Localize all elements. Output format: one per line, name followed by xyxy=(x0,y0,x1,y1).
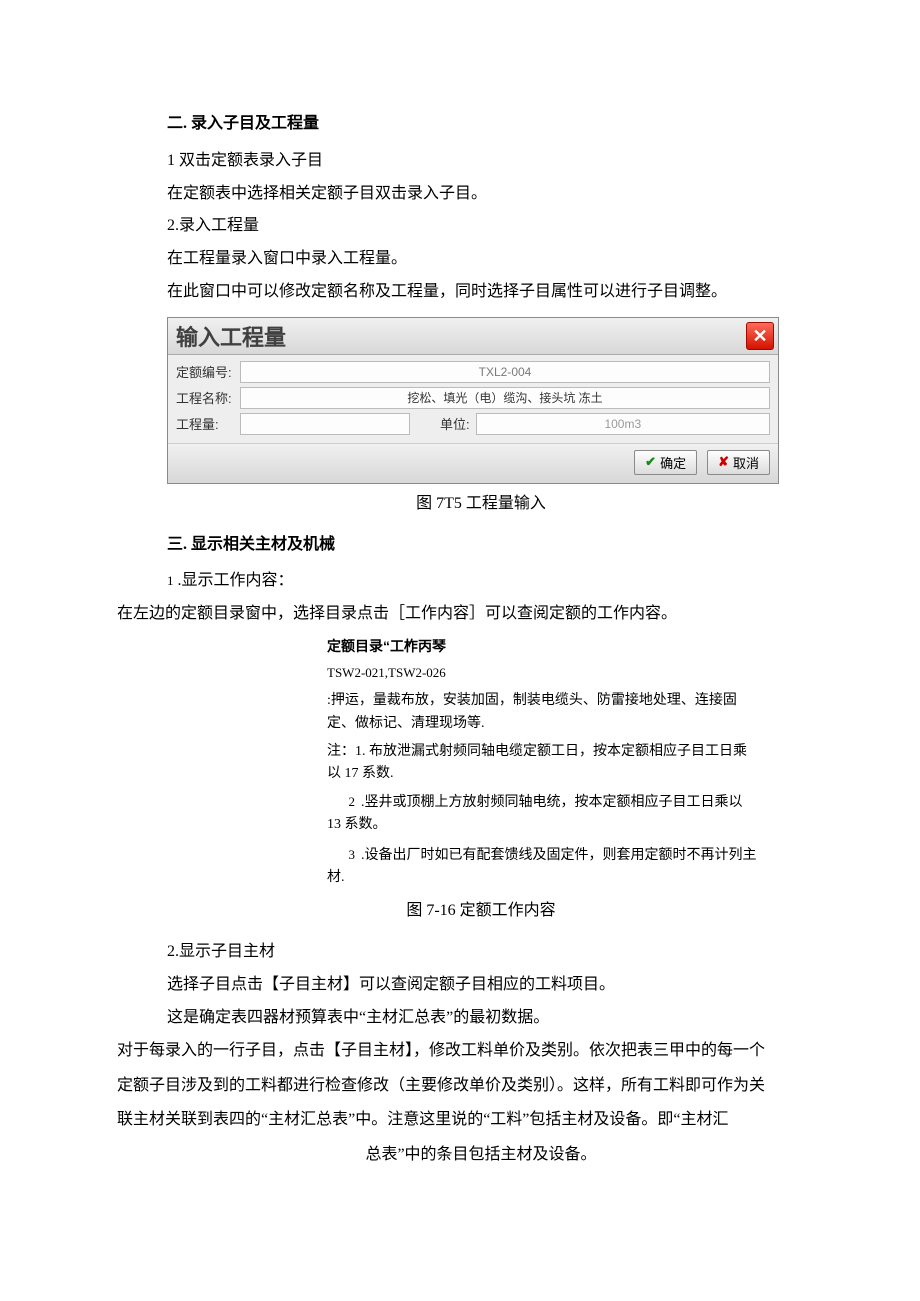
section-2-2-heading: 2.录入工程量 xyxy=(167,212,795,241)
label-project-name: 工程名称: xyxy=(176,388,240,407)
figure-7-16-caption: 图 7-16 定额工作内容 xyxy=(167,897,795,926)
note-3-text: .设备出厂时如已有配套馈线及固定件，则套用定额时不再计列主材. xyxy=(327,848,757,885)
check-icon: ✔ xyxy=(645,454,656,470)
section-3-1-num: 1 xyxy=(167,573,174,588)
section-2-2-body-1: 在工程量录入窗口中录入工程量。 xyxy=(167,245,795,274)
dialog-titlebar: 输入工程量 ✕ xyxy=(168,318,778,355)
cancel-button-label: 取消 xyxy=(733,453,759,472)
work-content-desc: :押运，量裁布放，安装加固，制装电缆头、防雷接地处理、连接固定、做标记、清理现场… xyxy=(327,690,757,735)
section-3-1-body: 在左边的定额目录窗中，选择目录点击［工作内容］可以查阅定额的工作内容。 xyxy=(117,600,795,629)
work-content-codes: TSW2-021,TSW2-026 xyxy=(327,663,757,684)
field-unit[interactable]: 100m3 xyxy=(476,413,770,435)
x-icon: ✘ xyxy=(718,454,729,470)
field-quota-code[interactable]: TXL2-004 xyxy=(240,361,770,383)
close-icon[interactable]: ✕ xyxy=(746,322,774,350)
note-2-text: .竖井或顶棚上方放射频同轴电统，按本定额相应子目工日乘以 13 系数。 xyxy=(327,795,743,832)
figure-7t5-caption: 图 7T5 工程量输入 xyxy=(167,490,795,519)
ok-button-label: 确定 xyxy=(660,453,686,472)
section-2-heading: 二. 录入子目及工程量 xyxy=(167,110,795,139)
section-2-1-body: 在定额表中选择相关定额子目双击录入子目。 xyxy=(167,180,795,209)
label-unit: 单位: xyxy=(440,414,470,433)
section-3-1-heading: 1 .显示工作内容： xyxy=(167,567,795,596)
work-content-block: 定额目录“工柞丙琴 TSW2-021,TSW2-026 :押运，量裁布放，安装加… xyxy=(327,635,757,889)
row-project-name: 工程名称: 挖松、填光（电）缆沟、接头坑 冻土 xyxy=(176,387,770,409)
work-content-notes: 2.竖井或顶棚上方放射频同轴电统，按本定额相应子目工日乘以 13 系数。 3.设… xyxy=(327,792,757,890)
dialog-footer: ✔ 确定 ✘ 取消 xyxy=(168,443,778,483)
note-3-num: 3 xyxy=(327,845,355,866)
section-3-2-heading: 2.显示子目主材 xyxy=(167,938,795,967)
section-3-2-para-center: 总表”中的条目包括主材及设备。 xyxy=(167,1140,795,1170)
field-quantity[interactable] xyxy=(240,413,410,435)
section-3-2-para-line3: 联主材关联到表四的“主材汇总表”中。注意这里说的“工料”包括主材及设备。即“主材… xyxy=(117,1105,795,1135)
dialog-title: 输入工程量 xyxy=(176,320,286,352)
label-quantity: 工程量: xyxy=(176,414,240,433)
ok-button[interactable]: ✔ 确定 xyxy=(634,450,697,475)
section-3-heading: 三. 显示相关主材及机械 xyxy=(167,531,795,560)
work-content-note-1: 注：1. 布放泄漏式射频同轴电缆定额工日，按本定额相应子目工日乘以 17 系数. xyxy=(327,741,757,786)
document-page: 二. 录入子目及工程量 1 双击定额表录入子目 在定额表中选择相关定额子目双击录… xyxy=(0,0,920,1234)
row-quantity: 工程量: 单位: 100m3 xyxy=(176,413,770,435)
section-3-2-body-1: 选择子目点击【子目主材】可以查阅定额子目相应的工料项目。 xyxy=(167,971,795,1000)
label-quota-code: 定额编号: xyxy=(176,362,240,381)
work-content-note-3: 3.设备出厂时如已有配套馈线及固定件，则套用定额时不再计列主材. xyxy=(327,845,757,890)
cancel-button[interactable]: ✘ 取消 xyxy=(707,450,770,475)
dialog-body: 定额编号: TXL2-004 工程名称: 挖松、填光（电）缆沟、接头坑 冻土 工… xyxy=(168,355,778,443)
quantity-input-dialog: 输入工程量 ✕ 定额编号: TXL2-004 工程名称: 挖松、填光（电）缆沟、… xyxy=(167,317,779,484)
section-3-1-text: .显示工作内容： xyxy=(178,572,294,589)
work-content-title: 定额目录“工柞丙琴 xyxy=(327,635,757,657)
row-quota-code: 定额编号: TXL2-004 xyxy=(176,361,770,383)
section-2-1-heading: 1 双击定额表录入子目 xyxy=(167,147,795,176)
field-project-name[interactable]: 挖松、填光（电）缆沟、接头坑 冻土 xyxy=(240,387,770,409)
section-3-2-para-line2: 定额子目涉及到的工料都进行检查修改（主要修改单价及类别）。这样，所有工料即可作为… xyxy=(117,1071,795,1101)
section-3-2-para-line1: 对于每录入的一行子目，点击【子目主材】，修改工料单价及类别。依次把表三甲中的每一… xyxy=(117,1036,795,1066)
work-content-note-2: 2.竖井或顶棚上方放射频同轴电统，按本定额相应子目工日乘以 13 系数。 xyxy=(327,792,757,837)
section-3-2-body-2: 这是确定表四器材预算表中“主材汇总表”的最初数据。 xyxy=(167,1004,795,1033)
section-2-2-body-2: 在此窗口中可以修改定额名称及工程量，同时选择子目属性可以进行子目调整。 xyxy=(167,278,795,307)
note-2-num: 2 xyxy=(327,792,355,813)
